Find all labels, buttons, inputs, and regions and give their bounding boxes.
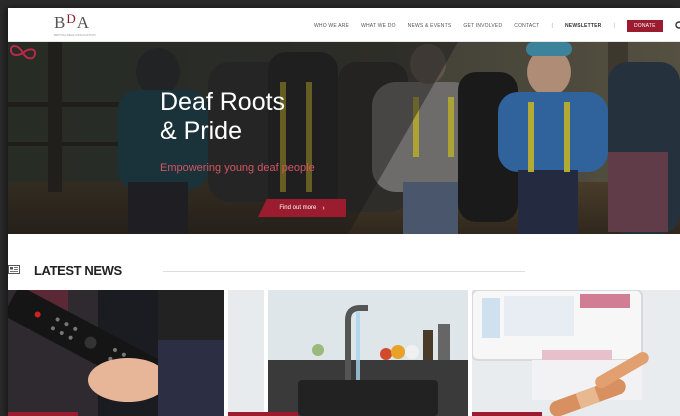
news-image-first-aid [472, 290, 680, 416]
nav-contact[interactable]: CONTACT [514, 23, 539, 29]
bda-logo[interactable]: BDA BRITISH DEAF ASSOCIATION [54, 11, 98, 39]
nav-who-we-are[interactable]: WHO WE ARE [314, 23, 349, 29]
nav-news-events[interactable]: NEWS & EVENTS [408, 23, 452, 29]
latest-news-title: LATEST NEWS [34, 263, 122, 278]
latest-news-header: LATEST NEWS [8, 260, 680, 280]
nav-what-we-do[interactable]: WHAT WE DO [361, 23, 396, 29]
section-divider [163, 271, 525, 272]
logo-tagline: BRITISH DEAF ASSOCIATION [54, 33, 96, 37]
hero-title: Deaf Roots & Pride [160, 88, 286, 145]
nav-separator: | [613, 23, 615, 29]
card-category-tab [228, 412, 298, 416]
donate-button[interactable]: DONATE [626, 20, 663, 32]
news-card-remote[interactable] [8, 290, 224, 416]
find-out-more-label: Find out more [279, 205, 317, 211]
news-card-sink[interactable] [228, 290, 468, 416]
find-out-more-button[interactable]: Find out more › [258, 199, 346, 217]
butterfly-icon [9, 45, 37, 60]
news-cards [8, 290, 680, 416]
nav-newsletter[interactable]: NEWSLETTER [565, 23, 601, 29]
card-category-tab [472, 412, 542, 416]
logo-letters: BDA [54, 11, 92, 32]
web-page: BDA BRITISH DEAF ASSOCIATION WHO WE ARE … [8, 8, 680, 416]
nav-get-involved[interactable]: GET INVOLVED [463, 23, 502, 29]
newspaper-icon [8, 265, 20, 274]
news-image-sink [228, 290, 468, 416]
site-header: BDA BRITISH DEAF ASSOCIATION WHO WE ARE … [8, 8, 680, 42]
hero-subtitle: Empowering young deaf people [160, 162, 315, 174]
card-category-tab [8, 412, 78, 416]
nav-separator: | [551, 23, 553, 29]
chevron-right-icon: › [322, 204, 325, 212]
main-nav: WHO WE ARE WHAT WE DO NEWS & EVENTS GET … [314, 20, 680, 32]
news-card-first-aid[interactable] [472, 290, 680, 416]
search-icon[interactable] [674, 21, 680, 31]
news-image-remote [8, 290, 224, 416]
hero-banner: Deaf Roots & Pride Empowering young deaf… [8, 42, 680, 234]
